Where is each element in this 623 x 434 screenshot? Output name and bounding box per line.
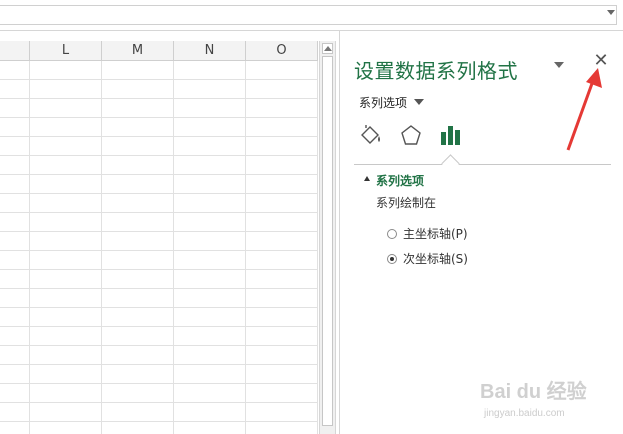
- fill-line-icon[interactable]: [358, 123, 384, 147]
- plot-series-on-label: 系列绘制在: [376, 196, 437, 210]
- tabs-divider: [354, 164, 611, 165]
- grid-row[interactable]: [0, 289, 318, 308]
- grid-row[interactable]: [0, 194, 318, 213]
- grid-row[interactable]: [0, 251, 318, 270]
- active-tab-indicator: [441, 154, 460, 173]
- column-header-l[interactable]: L: [30, 41, 102, 60]
- column-headers: L M N O: [0, 41, 318, 61]
- grid-row[interactable]: [0, 99, 318, 118]
- baidu-watermark-logo: Bai du 经验 jingyan.baidu.com: [480, 379, 587, 419]
- column-header-prev[interactable]: [0, 41, 30, 60]
- watermark-brand: Bai du 经验: [480, 379, 587, 403]
- radio-label: 主坐标轴(P): [403, 227, 468, 241]
- radio-button-selected[interactable]: [387, 253, 397, 264]
- grid-row[interactable]: [0, 403, 318, 422]
- watermark-url: jingyan.baidu.com: [483, 408, 565, 419]
- grid-row[interactable]: [0, 327, 318, 346]
- chevron-down-icon[interactable]: [414, 99, 424, 105]
- series-options-dropdown[interactable]: 系列选项: [359, 94, 407, 111]
- grid-row[interactable]: [0, 175, 318, 194]
- formula-bar: [0, 0, 623, 31]
- vertical-scrollbar[interactable]: [319, 41, 336, 434]
- scroll-thumb[interactable]: [322, 56, 333, 426]
- worksheet-grid[interactable]: L M N O: [0, 41, 318, 434]
- series-options-icon[interactable]: [438, 123, 464, 147]
- radio-primary-axis[interactable]: 主坐标轴(P): [387, 225, 468, 242]
- column-header-m[interactable]: M: [102, 41, 174, 60]
- grid-row[interactable]: [0, 346, 318, 365]
- grid-row[interactable]: [0, 61, 318, 80]
- formula-input[interactable]: [0, 5, 617, 25]
- grid-row[interactable]: [0, 156, 318, 175]
- collapse-triangle-icon[interactable]: [364, 176, 370, 181]
- effects-icon[interactable]: [398, 123, 424, 147]
- formula-expand-icon[interactable]: [607, 10, 615, 15]
- grid-cells[interactable]: [0, 61, 318, 434]
- radio-secondary-axis[interactable]: 次坐标轴(S): [387, 250, 468, 267]
- grid-row[interactable]: [0, 384, 318, 403]
- column-header-o[interactable]: O: [246, 41, 318, 60]
- grid-row[interactable]: [0, 308, 318, 327]
- radio-button[interactable]: [387, 228, 397, 239]
- scroll-up-icon[interactable]: [322, 43, 333, 54]
- grid-row[interactable]: [0, 232, 318, 251]
- grid-row[interactable]: [0, 422, 318, 434]
- radio-label: 次坐标轴(S): [403, 252, 468, 266]
- pane-title: 设置数据系列格式: [354, 59, 518, 83]
- grid-row[interactable]: [0, 365, 318, 384]
- annotation-arrow-icon: [566, 68, 602, 151]
- column-header-n[interactable]: N: [174, 41, 246, 60]
- grid-row[interactable]: [0, 213, 318, 232]
- grid-row[interactable]: [0, 270, 318, 289]
- grid-row[interactable]: [0, 118, 318, 137]
- grid-row[interactable]: [0, 80, 318, 99]
- section-title-series-options[interactable]: 系列选项: [376, 172, 424, 189]
- grid-row[interactable]: [0, 137, 318, 156]
